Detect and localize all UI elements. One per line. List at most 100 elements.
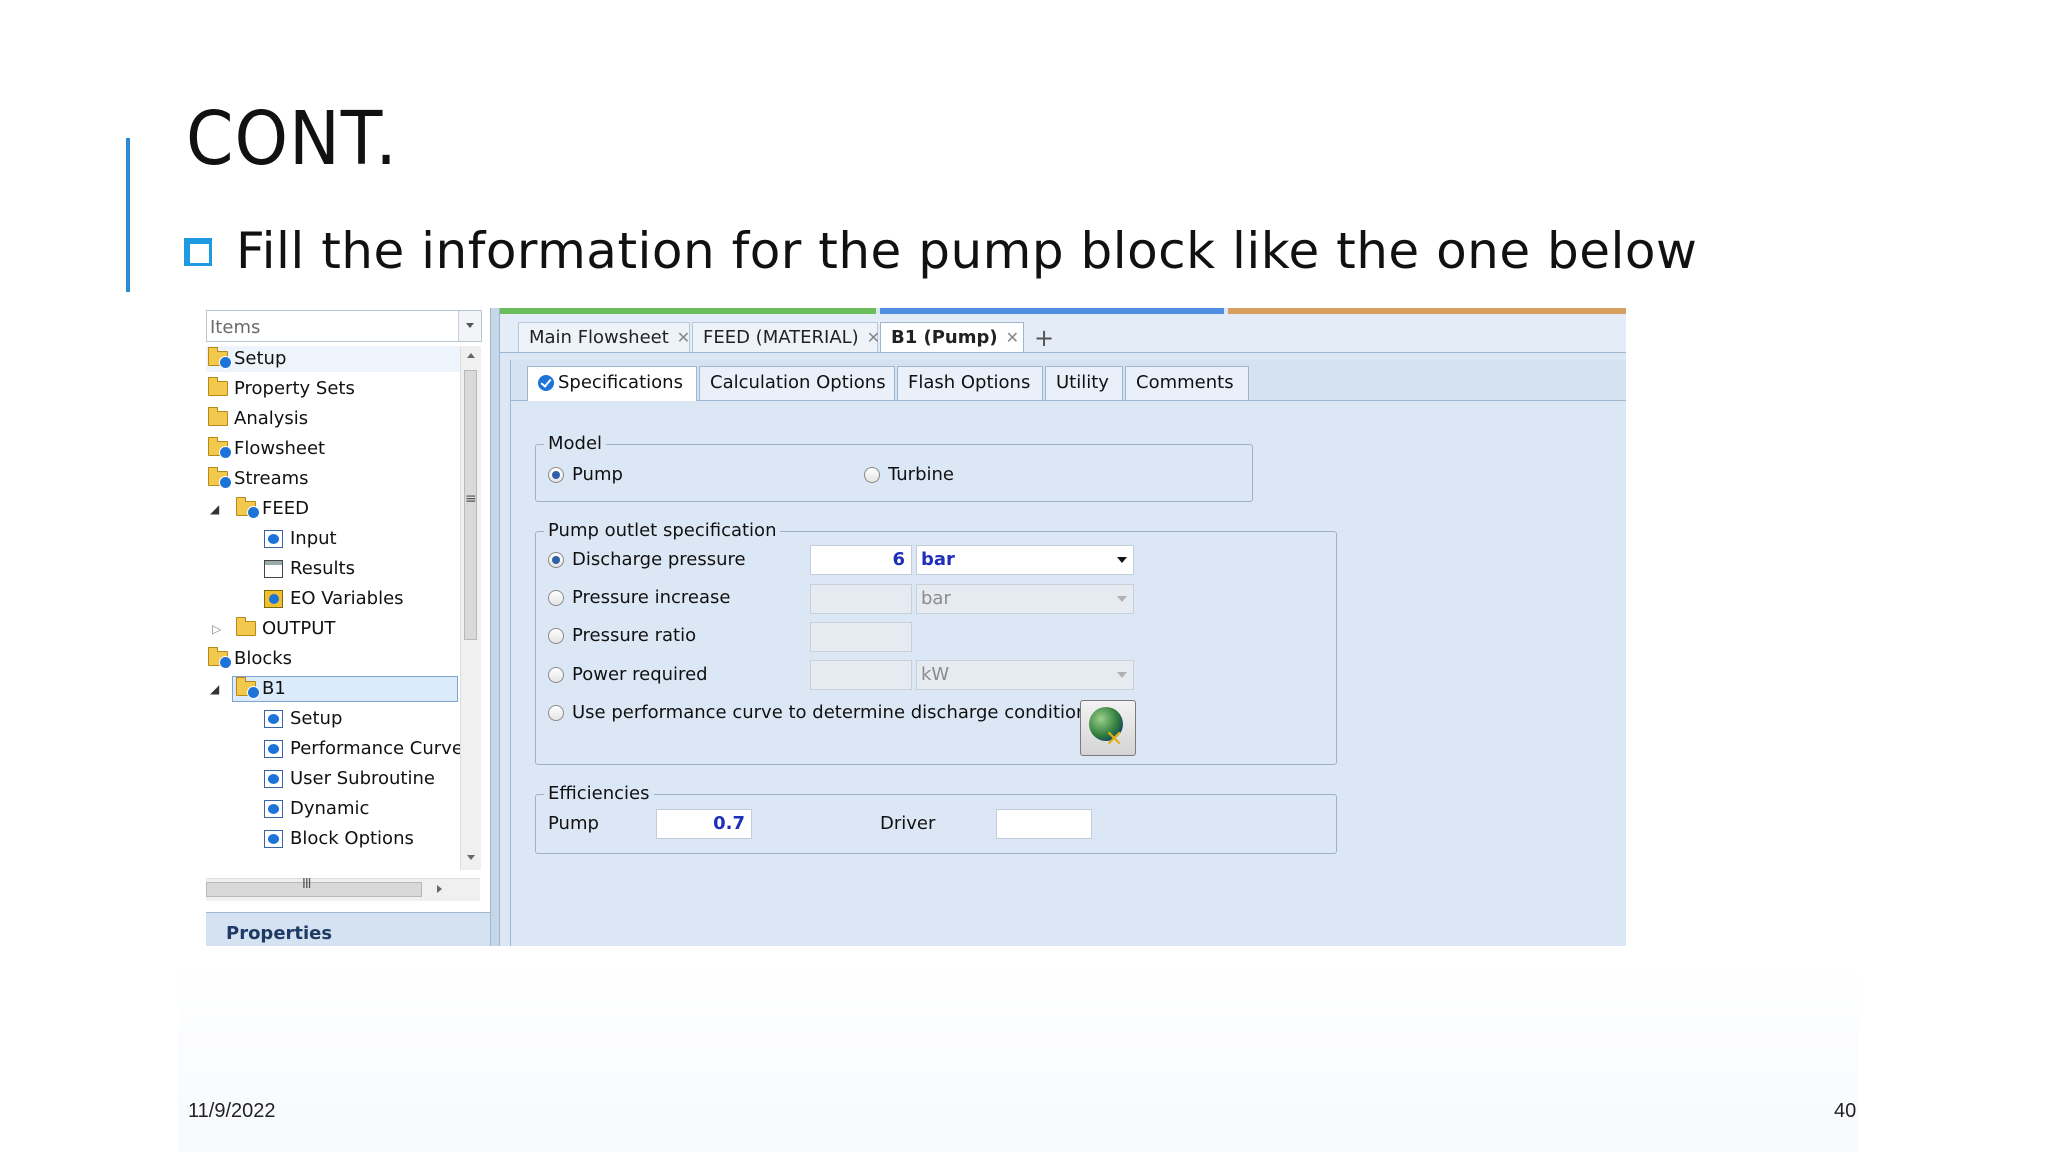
scroll-grip-icon: ≡	[465, 491, 477, 507]
pump-efficiency-input[interactable]: 0.7	[656, 809, 752, 839]
tree-item-feed-input[interactable]: Input	[206, 526, 460, 552]
form-check-icon	[264, 740, 283, 758]
folder-check-icon	[208, 437, 232, 459]
title-accent-bar	[126, 138, 130, 292]
tree-item-label: Setup	[290, 708, 343, 729]
tree-item-label: Blocks	[234, 648, 293, 669]
expander-closed-icon[interactable]: ▷	[212, 616, 221, 642]
aspen-screenshot: Items Setup Property Sets Analysis Flows…	[206, 308, 1626, 946]
driver-efficiency-input[interactable]	[996, 809, 1092, 839]
tree-item-label: Property Sets	[234, 378, 355, 399]
radio-label: Turbine	[888, 464, 954, 485]
radio-icon[interactable]	[548, 667, 564, 683]
tree-item-flowsheet[interactable]: Flowsheet	[206, 436, 460, 462]
power-required-input[interactable]	[810, 660, 912, 690]
tree-item-b1[interactable]: ◢ B1	[206, 676, 460, 702]
tab-utility[interactable]: Utility	[1045, 366, 1123, 400]
close-icon[interactable]: ✕	[677, 328, 690, 347]
performance-curve-button[interactable]: ✕	[1080, 700, 1136, 756]
tree-item-block-options[interactable]: Block Options	[206, 826, 460, 852]
tab-main-flowsheet[interactable]: Main Flowsheet ✕	[518, 322, 690, 352]
tab-label: Main Flowsheet	[529, 327, 669, 348]
tree-item-label: Streams	[234, 468, 309, 489]
efficiencies-group: Efficiencies Pump 0.7 Driver	[535, 783, 1337, 854]
tab-flash-options[interactable]: Flash Options	[897, 366, 1043, 400]
radio-pressure-increase[interactable]: Pressure increase	[548, 586, 808, 610]
tab-feed-material[interactable]: FEED (MATERIAL) ✕	[692, 322, 880, 352]
model-group: Model Pump Turbine	[535, 433, 1253, 502]
close-icon[interactable]: ✕	[867, 328, 880, 347]
tab-comments[interactable]: Comments	[1125, 366, 1249, 400]
tree-item-output[interactable]: ▷ OUTPUT	[206, 616, 460, 642]
tree-item-analysis[interactable]: Analysis	[206, 406, 460, 432]
folder-check-icon	[208, 347, 232, 369]
pressure-increase-unit-select[interactable]: bar	[916, 584, 1134, 614]
radio-turbine[interactable]: Turbine	[864, 463, 1064, 487]
tree-horizontal-scrollbar[interactable]: III	[206, 877, 480, 901]
discharge-pressure-unit-select[interactable]: bar	[916, 545, 1134, 575]
pane-splitter[interactable]	[490, 308, 500, 946]
tab-calculation-options[interactable]: Calculation Options	[699, 366, 895, 400]
scroll-thumb[interactable]	[206, 882, 422, 897]
tree-item-b1-setup[interactable]: Setup	[206, 706, 460, 732]
radio-selected-icon[interactable]	[548, 467, 564, 483]
slide-title: CONT.	[186, 96, 398, 182]
select-value: bar	[921, 549, 955, 570]
block-form: Specifications Calculation Options Flash…	[510, 360, 1626, 946]
tree-item-feed[interactable]: ◢ FEED	[206, 496, 460, 522]
dropdown-arrow-icon[interactable]	[1117, 672, 1127, 678]
tree-item-performance-curve[interactable]: Performance Curve	[206, 736, 463, 762]
radio-pressure-ratio[interactable]: Pressure ratio	[548, 624, 808, 648]
tree-item-property-sets[interactable]: Property Sets	[206, 376, 460, 402]
pressure-increase-input[interactable]	[810, 584, 912, 614]
scroll-down-arrow-icon[interactable]	[467, 855, 475, 860]
close-icon[interactable]: ✕	[1006, 328, 1019, 347]
pressure-ratio-input[interactable]	[810, 622, 912, 652]
radio-power-required[interactable]: Power required	[548, 663, 808, 687]
tree-item-dynamic[interactable]: Dynamic	[206, 796, 460, 822]
radio-label: Use performance curve to determine disch…	[572, 702, 1097, 723]
tree-vertical-scrollbar[interactable]: ≡	[460, 346, 481, 870]
expander-open-icon[interactable]: ◢	[210, 676, 219, 702]
chevron-down-icon[interactable]	[458, 311, 481, 341]
folder-check-icon	[208, 467, 232, 489]
radio-discharge-pressure[interactable]: Discharge pressure	[548, 548, 808, 572]
slide-bullet-text: Fill the information for the pump block …	[236, 222, 1698, 280]
radio-performance-curve[interactable]: Use performance curve to determine disch…	[548, 701, 1097, 725]
slide-page-number: 40	[1834, 1100, 1857, 1122]
radio-icon[interactable]	[548, 628, 564, 644]
items-combo[interactable]: Items	[206, 310, 482, 342]
tree-item-eo-variables[interactable]: EO Variables	[206, 586, 460, 612]
specifications-form: Model Pump Turbine Pump outlet specifica…	[511, 401, 1626, 946]
tree-item-label: Performance Curve	[290, 738, 463, 759]
tree-item-label: User Subroutine	[290, 768, 435, 789]
tree-item-user-subroutine[interactable]: User Subroutine	[206, 766, 460, 792]
add-tab-icon[interactable]: +	[1034, 324, 1054, 352]
dropdown-arrow-icon[interactable]	[1117, 557, 1127, 563]
outlet-spec-group: Pump outlet specification Discharge pres…	[535, 520, 1337, 765]
dropdown-arrow-icon[interactable]	[1117, 596, 1127, 602]
folder-check-icon	[208, 647, 232, 669]
tree-item-setup[interactable]: Setup	[206, 346, 460, 372]
form-check-icon	[264, 770, 283, 788]
power-required-unit-select[interactable]: kW	[916, 660, 1134, 690]
properties-bar[interactable]: Properties	[206, 912, 490, 946]
expander-open-icon[interactable]: ◢	[210, 496, 219, 522]
scroll-right-arrow-icon[interactable]	[437, 885, 442, 893]
radio-icon[interactable]	[548, 705, 564, 721]
radio-pump[interactable]: Pump	[548, 463, 748, 487]
scroll-up-arrow-icon[interactable]	[467, 353, 475, 358]
tab-specifications[interactable]: Specifications	[527, 366, 697, 402]
radio-selected-icon[interactable]	[548, 552, 564, 568]
radio-icon[interactable]	[864, 467, 880, 483]
tree-item-feed-results[interactable]: Results	[206, 556, 460, 582]
tab-label: Utility	[1056, 372, 1109, 393]
tree-item-streams[interactable]: Streams	[206, 466, 460, 492]
tab-label: Specifications	[558, 372, 683, 393]
discharge-pressure-input[interactable]: 6	[810, 545, 912, 575]
tree-item-blocks[interactable]: Blocks	[206, 646, 460, 672]
tree-item-label: EO Variables	[290, 588, 404, 609]
tree-item-label: Input	[290, 528, 337, 549]
radio-icon[interactable]	[548, 590, 564, 606]
tab-b1-pump[interactable]: B1 (Pump) ✕	[880, 322, 1024, 352]
